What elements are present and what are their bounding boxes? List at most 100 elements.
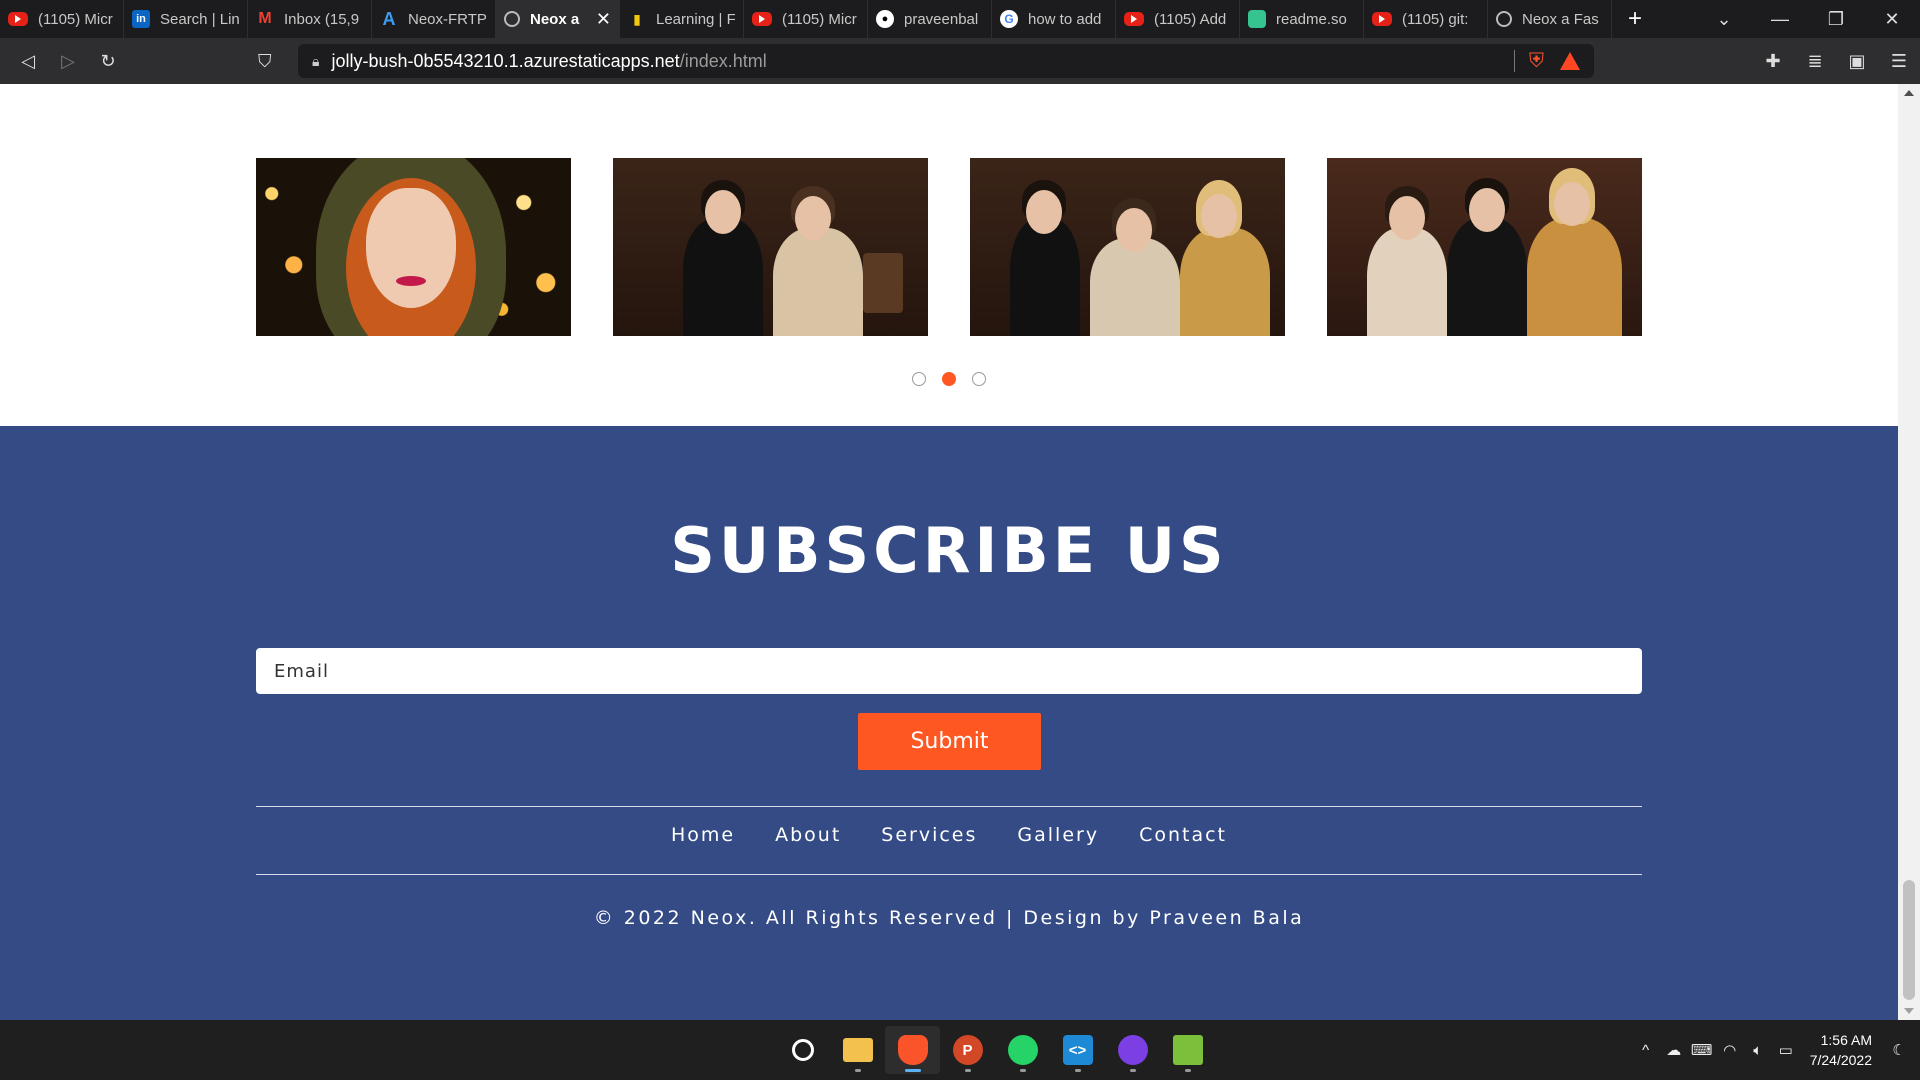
clock[interactable]: 1:56 AM 7/24/2022 — [1810, 1030, 1872, 1070]
running-indicator — [1019, 1069, 1026, 1072]
email-field[interactable]: Email — [256, 648, 1642, 694]
scrollbar-thumb[interactable] — [1903, 880, 1915, 1000]
browser-tab[interactable]: A Neox-FRTP — [372, 0, 496, 38]
menu-icon[interactable]: ☰ — [1878, 51, 1920, 72]
vscode-icon: <> — [1062, 1035, 1093, 1065]
gallery-image[interactable] — [1327, 158, 1642, 336]
gallery-image[interactable] — [970, 158, 1285, 336]
browser-tab[interactable]: readme.so — [1240, 0, 1364, 38]
notepad[interactable] — [1160, 1026, 1215, 1074]
reload-icon[interactable]: ↻ — [88, 51, 128, 72]
windows-icon — [734, 1036, 762, 1064]
tab-label: (1105) Micr — [38, 10, 113, 28]
youtube-icon — [1124, 12, 1144, 26]
carousel-dot-2[interactable] — [942, 372, 956, 386]
keyboard-icon[interactable]: ⌨ — [1688, 1041, 1716, 1059]
search-button[interactable] — [775, 1026, 830, 1074]
volume-icon[interactable]: 🔈︎ — [1744, 1042, 1772, 1059]
azure-icon: A — [382, 8, 396, 29]
browser-tab[interactable]: in Search | Lin — [124, 0, 248, 38]
address-toolbar: ◁ ▷ ↻ ⛉ 🔒︎ jolly-bush-0b5543210.1.azures… — [0, 38, 1920, 84]
browser-tab[interactable]: (1105) Micr — [744, 0, 868, 38]
notifications-icon[interactable]: ☾ — [1884, 1041, 1914, 1059]
browser-tab[interactable]: (1105) git: — [1364, 0, 1488, 38]
onedrive-icon[interactable]: ☁ — [1660, 1041, 1688, 1059]
running-indicator — [904, 1069, 921, 1072]
back-icon[interactable]: ◁ — [8, 51, 48, 72]
extensions-icon[interactable]: ✚ — [1752, 51, 1794, 72]
tab-label: Inbox (15,9 — [284, 10, 360, 28]
gallery-image[interactable] — [256, 158, 571, 336]
linkedin-icon: in — [132, 10, 150, 28]
scroll-down-arrow-icon[interactable] — [1904, 1008, 1914, 1014]
whatsapp-icon — [1007, 1035, 1038, 1065]
playlist-icon[interactable]: ≣ — [1794, 51, 1836, 72]
powerpoint[interactable]: P — [940, 1026, 995, 1074]
running-indicator — [1129, 1069, 1136, 1072]
wifi-icon[interactable]: ◠ — [1716, 1041, 1744, 1059]
powerpoint-icon: P — [952, 1035, 983, 1065]
brave-rewards-icon[interactable] — [1560, 52, 1580, 70]
footer-link-about[interactable]: About — [775, 824, 841, 846]
vscode[interactable]: <> — [1050, 1026, 1105, 1074]
github-desktop[interactable] — [1105, 1026, 1160, 1074]
tab-label: Neox a — [530, 10, 580, 28]
footer-divider-top — [256, 806, 1642, 807]
battery-icon[interactable]: ▭ — [1772, 1041, 1800, 1059]
new-tab-button[interactable]: + — [1612, 5, 1658, 33]
bookmark-icon[interactable]: ⛉ — [258, 51, 288, 72]
footer-link-home[interactable]: Home — [671, 824, 735, 846]
footer-link-gallery[interactable]: Gallery — [1017, 824, 1099, 846]
tab-label: Learning | F — [656, 10, 735, 28]
file-explorer[interactable] — [830, 1026, 885, 1074]
scroll-up-arrow-icon[interactable] — [1904, 90, 1914, 96]
browser-tab[interactable]: Ghow to add — [992, 0, 1116, 38]
close-tab-icon[interactable]: ✕ — [596, 9, 611, 30]
tab-search-chevron-icon[interactable]: ⌄ — [1696, 9, 1752, 30]
gmail-icon: M — [258, 10, 272, 27]
close-window-icon[interactable]: ✕ — [1864, 9, 1920, 30]
browser-tab[interactable]: M Inbox (15,9 — [248, 0, 372, 38]
youtube-icon — [1372, 12, 1392, 26]
whatsapp[interactable] — [995, 1026, 1050, 1074]
tab-list: (1105) Micr in Search | Lin M Inbox (15,9 A Ne… — [0, 0, 1612, 38]
url-bar[interactable]: 🔒︎ jolly-bush-0b5543210.1.azurestaticapp… — [298, 44, 1594, 78]
page-scrollbar[interactable] — [1898, 84, 1920, 1020]
footer-link-contact[interactable]: Contact — [1139, 824, 1227, 846]
footer-nav: Home About Services Gallery Contact — [0, 824, 1898, 846]
tab-label: Search | Lin — [160, 10, 239, 28]
browser-tab[interactable]: (1105) Micr — [0, 0, 124, 38]
maximize-icon[interactable]: ❐ — [1808, 9, 1864, 30]
brave-shields-icon[interactable]: ⛨ — [1529, 50, 1544, 73]
submit-button[interactable]: Submit — [858, 713, 1041, 770]
carousel-dot-1[interactable] — [912, 372, 926, 386]
carousel-dot-3[interactable] — [972, 372, 986, 386]
browser-tab[interactable]: (1105) Add — [1116, 0, 1240, 38]
chevron-up-icon[interactable]: ^ — [1632, 1042, 1660, 1059]
youtube-icon — [8, 12, 28, 26]
gallery-image[interactable] — [613, 158, 928, 336]
page-viewport: SUBSCRIBE US Email Submit Home About Ser… — [0, 84, 1898, 1020]
footer-link-services[interactable]: Services — [881, 824, 977, 846]
taskbar-apps: P <> — [720, 1020, 1215, 1080]
taskbar: P <> ^ ☁ ⌨ ◠ 🔈︎ ▭ 1:56 AM 7/24/2022 ☾ — [0, 1020, 1920, 1080]
running-indicator — [1074, 1069, 1081, 1072]
browser-tab[interactable]: ● praveenbal — [868, 0, 992, 38]
browser-tab[interactable]: Neox a ✕ — [496, 0, 620, 38]
start-button[interactable] — [720, 1026, 775, 1074]
forward-icon[interactable]: ▷ — [48, 51, 88, 72]
subscribe-heading: SUBSCRIBE US — [670, 514, 1228, 587]
browser-tab[interactable]: Neox a Fas — [1488, 0, 1612, 38]
github-icon — [1117, 1035, 1148, 1065]
brave-browser[interactable] — [885, 1026, 940, 1074]
tab-label: readme.so — [1276, 10, 1347, 28]
google-icon: G — [1000, 10, 1018, 28]
minimize-icon[interactable]: — — [1752, 9, 1808, 30]
toolbar-right: ✚ ≣ ▣ ☰ — [1752, 51, 1920, 72]
url-domain: jolly-bush-0b5543210.1.azurestaticapps.n… — [331, 50, 680, 71]
system-tray: ^ ☁ ⌨ ◠ 🔈︎ ▭ 1:56 AM 7/24/2022 ☾ — [1632, 1020, 1920, 1080]
tab-label: (1105) Add — [1154, 10, 1227, 28]
browser-tab[interactable]: ▮ Learning | F — [620, 0, 744, 38]
carousel-dots — [0, 372, 1898, 386]
wallet-icon[interactable]: ▣ — [1836, 51, 1878, 72]
